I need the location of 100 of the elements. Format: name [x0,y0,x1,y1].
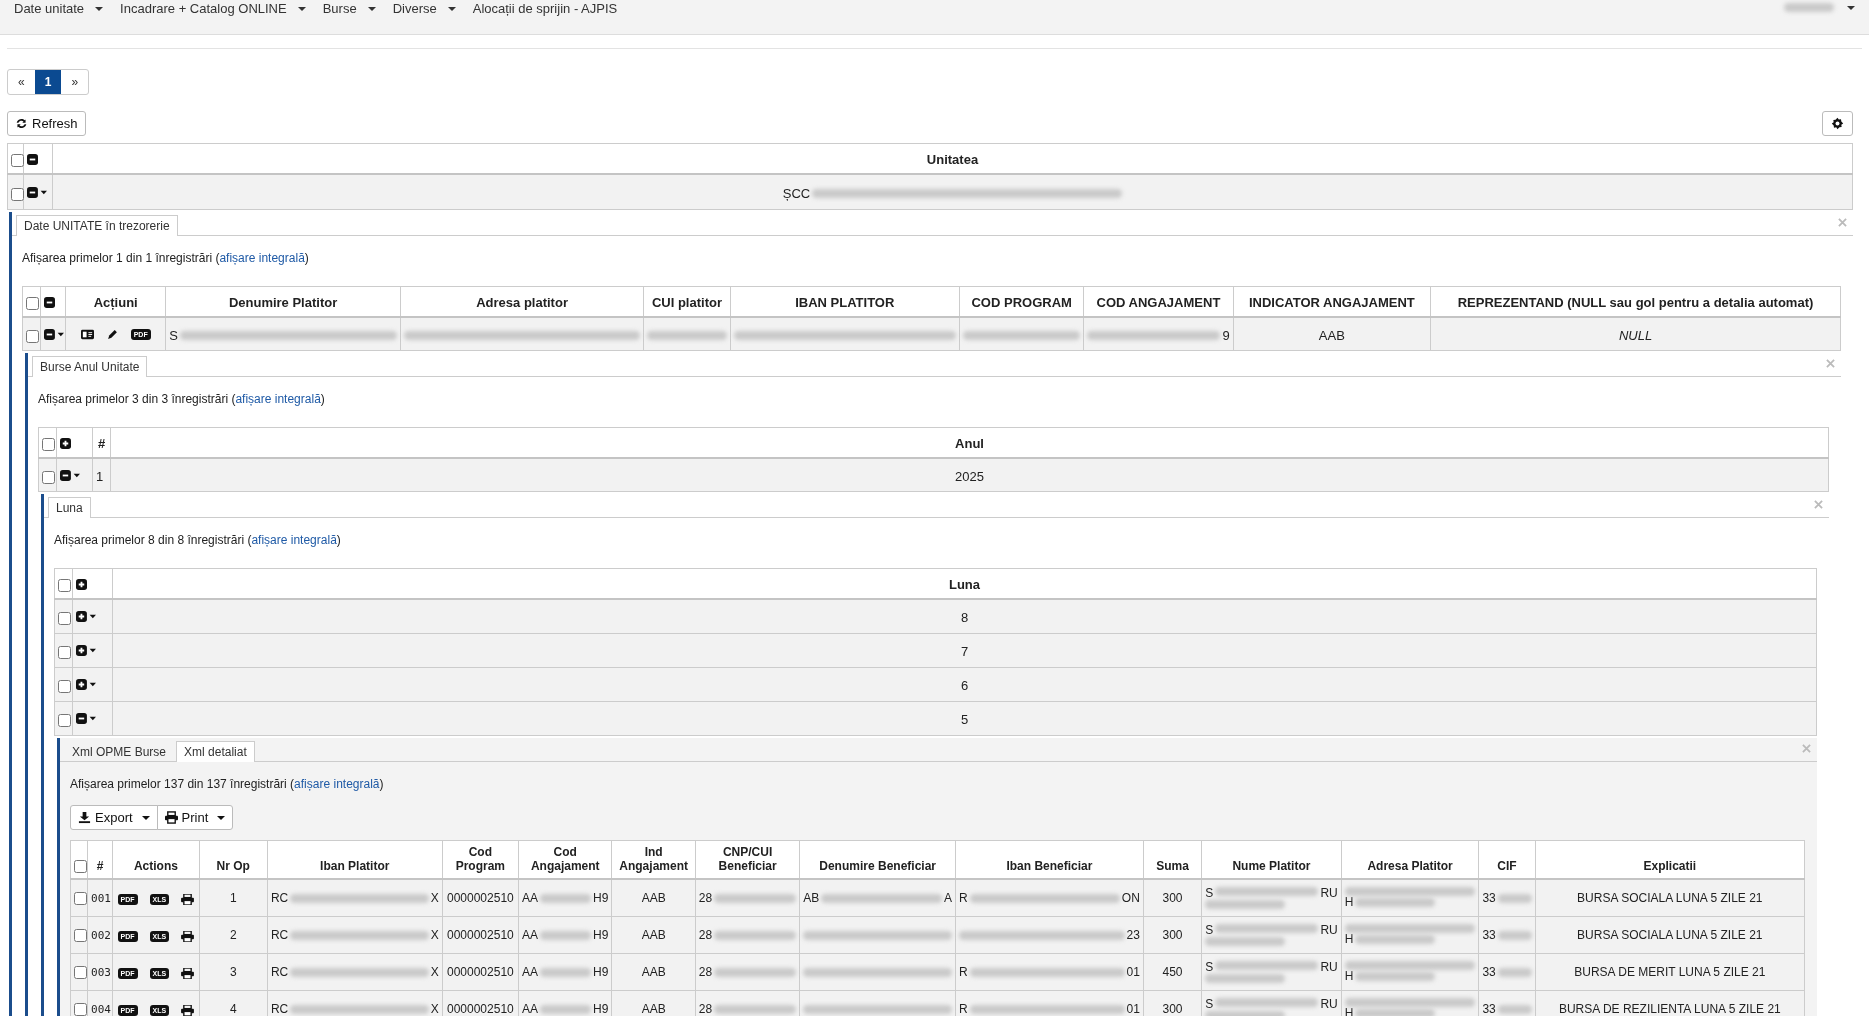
printer-icon[interactable] [181,968,195,980]
table-cell-text: AA [522,928,539,943]
row-toggle[interactable] [76,611,96,623]
show-all-link[interactable]: afișare integrală [294,777,380,792]
table-cell-text: X [430,1002,439,1016]
column-header: Cod Angajament [518,840,612,880]
row-toggle[interactable] [76,679,96,691]
row-toggle[interactable] [44,328,65,340]
checkbox[interactable] [42,470,55,484]
table-cell-text: H [1344,970,1354,984]
row-number: 002 [91,929,111,943]
printer-icon [164,811,178,825]
caret-icon[interactable] [1847,5,1855,10]
column-header: COD ANGAJAMENT [1083,286,1234,318]
table-cell-text: X [430,928,439,943]
column-header: Nr Op [199,840,268,880]
row-toggle[interactable] [27,186,47,198]
checkbox[interactable] [74,929,87,943]
print-button[interactable]: Print [156,805,234,831]
table-cell-text: R [959,1002,968,1016]
table-cell-text: H [1344,896,1354,910]
checkbox[interactable] [74,966,87,980]
toggle-all-icon[interactable] [60,438,71,450]
checkbox[interactable] [58,714,71,728]
checkbox[interactable] [58,646,71,660]
id-card-icon[interactable] [80,328,94,340]
row-toggle[interactable] [76,645,96,657]
column-header: Cod Program [442,840,519,880]
table-cell: 1 [229,891,237,906]
previous-page-link[interactable]: « [8,70,35,94]
table-cell: 0000002510 [447,965,514,980]
nav-menu-item[interactable]: Incadrare + Catalog ONLINE [120,0,306,16]
row-number: 001 [91,892,111,906]
checkbox[interactable] [42,438,55,452]
tab[interactable]: Burse Anul Unitate [32,356,148,378]
checkbox[interactable] [74,1003,87,1016]
nav-menu-item[interactable]: Diverse [392,0,456,16]
table-cell-text: RU [1320,887,1338,901]
table-cell: AAB [641,891,666,906]
checkbox[interactable] [11,154,24,168]
refresh-button[interactable]: Refresh [7,111,86,136]
printer-icon[interactable] [181,1005,195,1016]
next-page-link[interactable]: » [61,70,89,94]
caret-icon [217,815,226,820]
table-cell-text: 28 [698,965,713,980]
column-header: Iban Beneficiar [955,840,1144,880]
settings-button[interactable] [1822,111,1853,136]
toggle-all-icon[interactable] [76,579,87,591]
column-header: REPREZENTAND (NULL sau gol pentru a detalia automat) [1430,286,1841,318]
table-cell: 8 [960,610,969,626]
nav-menu-item[interactable]: Date unitate [14,0,104,16]
tab[interactable]: Date UNITATE în trezorerie [16,215,178,237]
show-all-link[interactable]: afișare integrală [251,533,337,548]
table-cell: 7 [960,644,969,660]
blurred-text [540,893,592,903]
table-cell-text: S [1205,924,1214,938]
checkbox[interactable] [58,612,71,626]
table-cell-text: H [1344,933,1354,947]
records-summary: Afișarea primelor 8 din 8 înregistrări (afișare integrală) [54,533,342,548]
checkbox[interactable] [58,680,71,694]
tab[interactable]: Xml detaliat [176,741,255,763]
pencil-icon[interactable] [105,328,119,340]
row-number: 003 [91,966,111,980]
tab[interactable]: Xml OPME Burse [64,741,175,763]
column-header: Adresa Platitor [1341,840,1479,880]
table-cell-text: H9 [593,891,609,906]
table-cell: 450 [1162,965,1183,980]
checkbox[interactable] [74,892,87,906]
row-toggle[interactable] [76,713,96,725]
table-cell: AAB [641,928,666,943]
nav-menu-item[interactable]: Burse [322,0,376,16]
blurred-text [1784,3,1834,12]
checkbox[interactable] [26,329,39,343]
show-all-link[interactable]: afișare integrală [235,392,321,407]
checkbox[interactable] [26,297,39,311]
show-all-link[interactable]: afișare integrală [219,251,305,266]
table-cell-text: S [1205,961,1214,975]
table-cell: 3 [229,965,237,980]
checkbox[interactable] [11,187,24,201]
table-cell: AAB [641,1002,666,1016]
export-button[interactable]: Export [70,805,158,831]
printer-icon[interactable] [181,931,195,943]
toggle-all-icon[interactable] [44,297,56,309]
column-header: Acțiuni [65,286,166,318]
checkbox[interactable] [74,860,87,874]
nav-menu-item[interactable]: Alocații de sprijin - AJPIS [472,0,618,16]
table-cell-text: R [959,891,968,906]
tab[interactable]: Luna [48,497,91,519]
table-cell: BURSA DE MERIT LUNA 5 ZILE 21 [1574,965,1766,980]
caret-icon [297,6,306,11]
checkbox[interactable] [58,579,71,593]
row-toggle[interactable] [60,469,80,481]
printer-icon[interactable] [181,894,195,906]
collapse-all-icon[interactable] [27,154,38,166]
blurred-text [1497,967,1532,977]
blurred-text [540,930,592,940]
table-cell-text: RC [270,928,289,943]
page-link[interactable]: 1 [34,70,62,94]
caret-icon [367,6,376,11]
table-cell: 1 [96,468,104,484]
